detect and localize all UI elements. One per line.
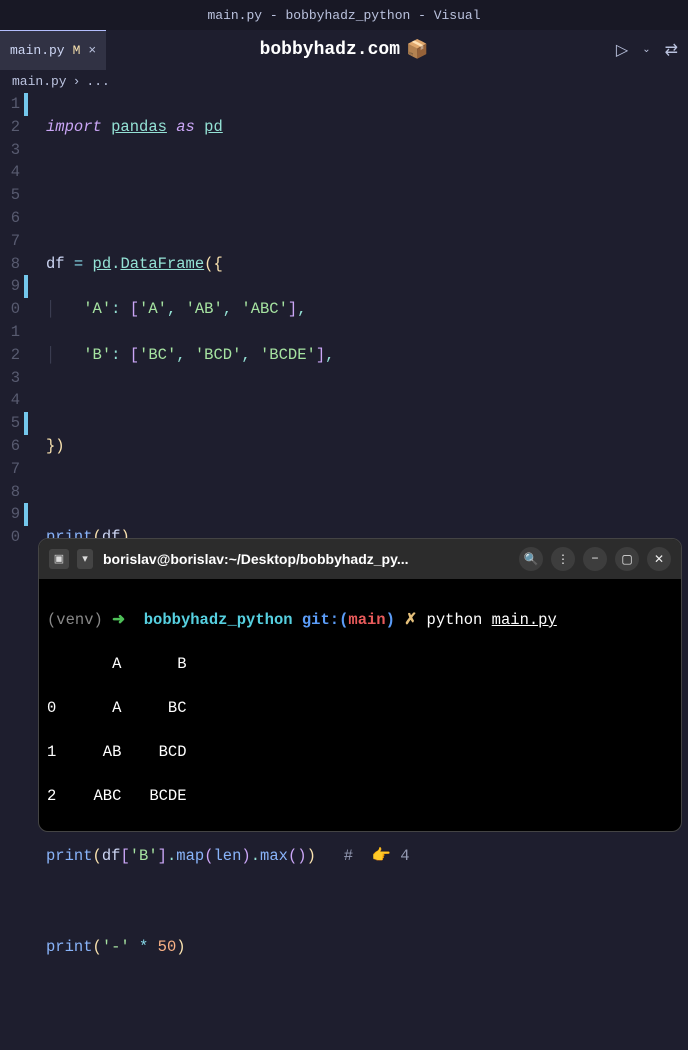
search-icon[interactable]: 🔍 [519, 547, 543, 571]
terminal-titlebar[interactable]: ▣ ▾ borislav@borislav:~/Desktop/bobbyhad… [39, 539, 681, 579]
close-icon[interactable]: ✕ [647, 547, 671, 571]
minimize-icon[interactable]: − [583, 547, 607, 571]
terminal-title: borislav@borislav:~/Desktop/bobbyhadz_py… [103, 551, 509, 567]
breadcrumb-sep: › [73, 74, 81, 89]
breadcrumb-more: ... [86, 74, 109, 89]
window-title: main.py - bobbyhadz_python - Visual [207, 8, 480, 23]
terminal-output: 1 AB BCD [47, 741, 673, 763]
terminal-dropdown-icon[interactable]: ▾ [77, 549, 93, 569]
terminal-new-tab-icon[interactable]: ▣ [49, 549, 69, 569]
breadcrumb-file: main.py [12, 74, 67, 89]
editor-topbar: main.py M × bobbyhadz.com 📦 ▷ ⌄ ⇄ [0, 30, 688, 70]
breadcrumb[interactable]: main.py › ... [0, 70, 688, 93]
terminal-output: ----------------------------------------… [47, 829, 673, 832]
tab-filename: main.py [10, 43, 65, 58]
maximize-icon[interactable]: ▢ [615, 547, 639, 571]
terminal-output: A B [47, 653, 673, 675]
run-icon[interactable]: ▷ [616, 40, 628, 60]
line-gutter: 12345678901234567890 [0, 93, 24, 1050]
terminal-prompt-line: (venv) ➜ bobbyhadz_python git:(main) ✗ p… [47, 609, 673, 631]
modified-indicator: M [73, 43, 81, 58]
box-icon: 📦 [406, 39, 428, 61]
terminal-window: ▣ ▾ borislav@borislav:~/Desktop/bobbyhad… [38, 538, 682, 832]
compare-icon[interactable]: ⇄ [665, 40, 678, 60]
window-titlebar: main.py - bobbyhadz_python - Visual [0, 0, 688, 30]
chevron-down-icon[interactable]: ⌄ [642, 44, 650, 56]
menu-icon[interactable]: ⋮ [551, 547, 575, 571]
terminal-body[interactable]: (venv) ➜ bobbyhadz_python git:(main) ✗ p… [39, 579, 681, 832]
site-label: bobbyhadz.com 📦 [260, 39, 429, 61]
file-tab[interactable]: main.py M × [0, 30, 106, 70]
editor-actions: ▷ ⌄ ⇄ [616, 40, 678, 60]
terminal-output: 2 ABC BCDE [47, 785, 673, 807]
site-text: bobbyhadz.com [260, 40, 400, 60]
close-icon[interactable]: × [88, 43, 96, 58]
terminal-output: 0 A BC [47, 697, 673, 719]
